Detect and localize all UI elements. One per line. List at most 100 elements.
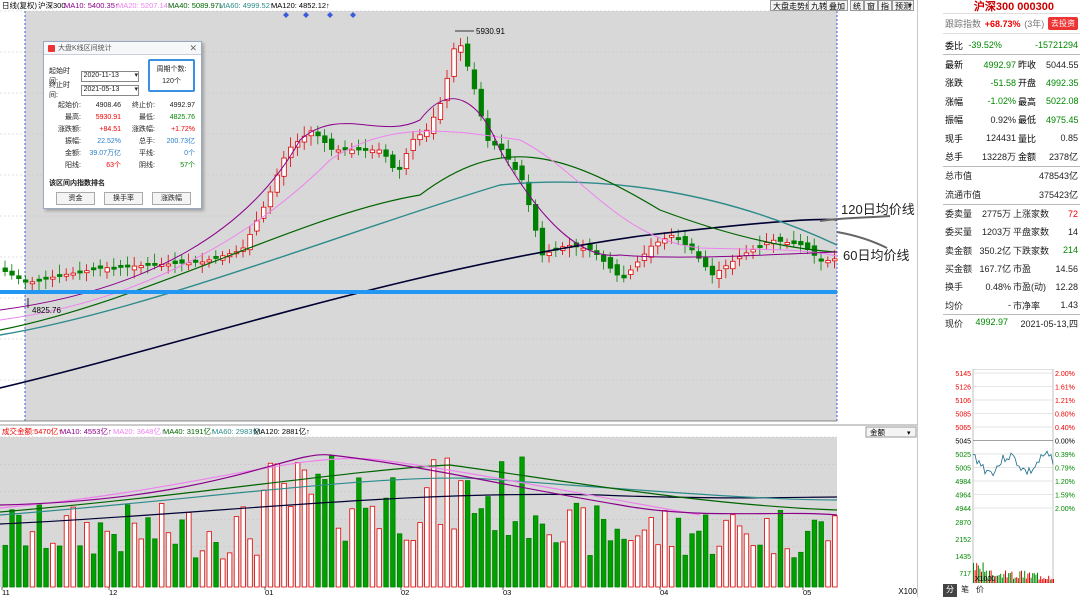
mini-right-tick: 1.59%: [1055, 493, 1075, 500]
svg-text:沪深300: 沪深300: [38, 0, 66, 10]
mini-volume-bar: [1008, 573, 1010, 583]
interval-stats-dialog: 大盘K线区间统计 ✕ 起始时间: 2020-11-13 ▾ 终止时间: 2021-…: [43, 41, 202, 209]
mini-volume-bar: [1040, 576, 1042, 583]
mini-left-tick: 2870: [955, 520, 971, 527]
mini-volume-bar: [1024, 570, 1026, 583]
quote-row: 总手 13228万 金额 2378亿: [945, 152, 1078, 163]
svg-text:4825.76: 4825.76: [32, 306, 61, 315]
date-tick: 02: [401, 588, 409, 597]
mini-left-tick: 717: [959, 571, 971, 578]
scroll-column: [917, 0, 937, 597]
track-label: 跟踪指数: [945, 19, 982, 29]
chevron-down-icon: ▾: [134, 86, 138, 93]
stats-button[interactable]: 统: [850, 0, 864, 11]
quote-panel: 沪深300 000300 跟踪指数 +68.73% (3年) 去投资 委比 -39…: [943, 0, 1080, 597]
mini-volume-bar: [1014, 577, 1016, 583]
date-tick: 12: [109, 588, 117, 597]
quote-row: 最新 4992.97 昨收 5044.55: [945, 59, 1079, 71]
book-row: 换手 0.48% 市盈(动) 12.28: [945, 281, 1078, 293]
mini-right-tick: 2.00%: [1055, 506, 1075, 513]
tab-price[interactable]: 价: [973, 584, 987, 597]
mini-volume-bar: [1029, 572, 1030, 583]
mini-volume-bar: [1006, 577, 1008, 583]
app-icon: [48, 44, 55, 52]
tab-tick[interactable]: 笔: [958, 584, 972, 597]
svg-text:MA20: 5207.14↑: MA20: 5207.14↑: [117, 1, 172, 10]
end-date-select[interactable]: 2021-05-13 ▾: [80, 84, 139, 96]
mini-volume-bar: [1003, 574, 1005, 583]
mini-unit: X1000: [975, 576, 995, 583]
mini-volume-bar: [1000, 573, 1002, 583]
intraday-mini-chart[interactable]: 5145 5126 5106 5085 5065 5045 5025 5005 4984 4964…: [943, 369, 1080, 583]
mini-tabs: 分 笔 价: [943, 584, 987, 597]
price-header: 日线(复权) 沪深300 MA10: 5400.35↑ MA20: 5207.1…: [2, 0, 330, 10]
mini-left-tick: 5005: [955, 466, 971, 473]
now-price-row: 现价 4992.97 2021-05-13,四: [945, 317, 1078, 330]
security-title: 沪深300 000300: [943, 0, 1080, 14]
end-label: 终止时间:: [49, 82, 70, 99]
svg-text:日线(复权): 日线(复权): [2, 0, 37, 10]
tab-minute[interactable]: 分: [943, 584, 957, 597]
mini-left-tick: 2152: [955, 537, 971, 544]
invest-button[interactable]: 去投资: [1048, 17, 1078, 30]
mini-right-tick: 0.00%: [1055, 439, 1075, 446]
date-tick: 04: [660, 588, 668, 597]
book-row: 委买量 1203万 平盘家数 14: [945, 226, 1078, 238]
mini-volume-bar: [1019, 571, 1021, 583]
mini-volume-bar: [1025, 578, 1027, 583]
mini-left-tick: 4984: [955, 479, 971, 486]
mini-volume-bar: [1022, 577, 1024, 583]
quote-row: 现手 124431 量比 0.85: [945, 133, 1078, 144]
rank-title: 该区间内指数排名: [49, 180, 105, 187]
mini-volume-bar: [997, 575, 998, 583]
mini-volume-bar: [1017, 578, 1019, 583]
svg-text:金额: 金额: [870, 427, 885, 437]
svg-text:▾: ▾: [907, 430, 911, 437]
mini-volume-bar: [1032, 573, 1034, 583]
stat-row: 振幅: 22.52% 总手: 200.73亿: [65, 138, 195, 145]
svg-text:5930.91: 5930.91: [476, 27, 505, 36]
volume-dropdown[interactable]: 金额 ▾: [865, 426, 917, 438]
mini-volume-bar: [1035, 574, 1037, 583]
mini-volume-bar: [1046, 578, 1048, 583]
svg-text:MA10: 5400.35↑: MA10: 5400.35↑: [64, 1, 119, 10]
rank-by-change-button[interactable]: 涨跌幅: [152, 192, 191, 205]
mini-volume-bar: [1011, 571, 1013, 583]
rank-by-funds-button[interactable]: 资金: [56, 192, 95, 205]
date-tick: 03: [503, 588, 511, 597]
volume-header: 成交金额:5470亿↑ MA10: 4553亿↑ MA20: 3648亿↑ MA…: [2, 426, 310, 436]
book-row: 均价 - 市净率 1.43: [945, 300, 1078, 311]
svg-text:MA40: 3191亿↑: MA40: 3191亿↑: [163, 426, 215, 436]
mini-left-tick: 5065: [955, 425, 971, 432]
track-value: +68.73%: [984, 18, 1021, 29]
quote-row: 涨跌 -51.58 开盘 4992.35: [945, 77, 1079, 89]
mini-left-tick: 1435: [955, 554, 971, 561]
overlay-button[interactable]: 叠加: [826, 0, 848, 11]
mini-left-tick: 5145: [955, 371, 971, 378]
svg-text:成交金额:5470亿↑: 成交金额:5470亿↑: [2, 426, 62, 436]
window-button[interactable]: 窗: [864, 0, 878, 11]
mini-right-tick: 2.00%: [1055, 371, 1075, 378]
mini-volume-bar: [1045, 579, 1046, 583]
mini-volume-bar: [1041, 579, 1043, 583]
close-icon[interactable]: ✕: [189, 43, 197, 54]
mini-left-tick: 5025: [955, 452, 971, 459]
x-unit: X100: [898, 587, 917, 596]
svg-text:MA10: 4553亿↑: MA10: 4553亿↑: [60, 426, 112, 436]
mini-left-tick: 4944: [955, 506, 971, 513]
date-tick: 11: [2, 588, 10, 597]
mini-volume-bar: [1053, 579, 1054, 583]
mini-volume-bar: [995, 575, 997, 583]
mini-right-tick: 0.39%: [1055, 452, 1075, 459]
chevron-down-icon[interactable]: ▾: [908, 1, 912, 10]
indicator-button[interactable]: 指: [878, 0, 892, 11]
track-period: (3年): [1024, 19, 1045, 29]
mini-volume-bar: [1016, 577, 1018, 583]
rank-by-turnover-button[interactable]: 换手率: [104, 192, 143, 205]
mini-volume-bar: [1005, 570, 1006, 583]
mini-right-tick: 1.61%: [1055, 385, 1075, 392]
mini-right-tick: 0.80%: [1055, 412, 1075, 419]
mini-volume-bar: [1033, 573, 1035, 583]
mini-volume-bar: [1021, 570, 1022, 583]
quote-row: 涨幅 -1.02% 最高 5022.08: [945, 96, 1079, 107]
